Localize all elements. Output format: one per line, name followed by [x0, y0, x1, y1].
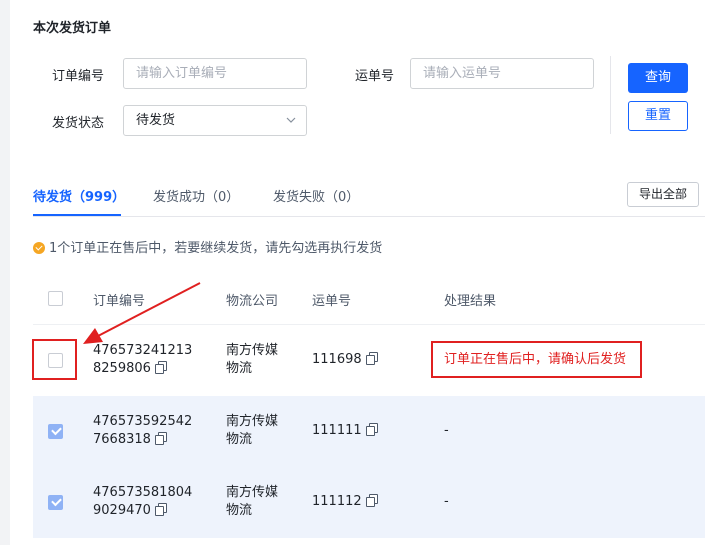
tab-pending[interactable]: 待发货（999）	[33, 186, 125, 205]
waybill-number: 111112	[312, 493, 378, 511]
company-line1: 南方传媒	[226, 485, 279, 500]
chevron-down-icon	[286, 117, 296, 123]
company-line2: 物流	[226, 503, 253, 518]
row-checkbox[interactable]	[48, 495, 63, 510]
waybill-input[interactable]: 请输入运单号	[410, 58, 594, 89]
order-number-line2: 8259806	[93, 361, 151, 376]
copy-icon[interactable]	[154, 361, 167, 374]
order-number-line2: 9029470	[93, 503, 151, 518]
waybill-number: 111111	[312, 422, 378, 440]
status-select-value: 待发货	[136, 113, 176, 128]
warning-check-icon	[33, 242, 45, 254]
table-row: 476573592542 7668318 南方传媒 物流 111111 -	[33, 396, 705, 467]
table-row: 476573581804 9029470 南方传媒 物流 111112 -	[33, 467, 705, 538]
process-result: -	[444, 494, 449, 509]
company-line1: 南方传媒	[226, 414, 279, 429]
header-result: 处理结果	[444, 294, 497, 309]
order-no-input[interactable]: 请输入订单编号	[123, 58, 307, 89]
order-number-line1: 476573241213	[93, 343, 193, 358]
process-result: -	[444, 423, 449, 438]
row-checkbox[interactable]	[48, 424, 63, 439]
copy-icon[interactable]	[365, 494, 378, 507]
company-line2: 物流	[226, 432, 253, 447]
order-number: 476573581804 9029470	[93, 484, 192, 520]
order-number-line1: 476573581804	[93, 485, 193, 500]
order-number: 476573241213 8259806	[93, 342, 192, 378]
annotation-box-result	[431, 341, 642, 378]
waybill-label: 运单号	[355, 69, 395, 84]
order-number-line1: 476573592542	[93, 414, 193, 429]
company-line2: 物流	[226, 361, 253, 376]
header-company: 物流公司	[226, 294, 279, 309]
query-button[interactable]: 查询	[628, 63, 688, 93]
select-all-checkbox[interactable]	[48, 291, 63, 306]
company-line1: 南方传媒	[226, 343, 279, 358]
waybill-value: 111112	[312, 494, 362, 509]
tabs-divider	[33, 216, 705, 217]
tab-success[interactable]: 发货成功（0）	[153, 186, 239, 205]
order-number: 476573592542 7668318	[93, 413, 192, 449]
left-edge	[0, 0, 10, 545]
form-divider	[610, 56, 611, 134]
header-waybill: 运单号	[312, 294, 352, 309]
header-order-no: 订单编号	[93, 294, 146, 309]
waybill-value: 111111	[312, 423, 362, 438]
order-number-line2: 7668318	[93, 432, 151, 447]
section-title: 本次发货订单	[33, 21, 112, 36]
logistics-company: 南方传媒 物流	[226, 484, 278, 520]
copy-icon[interactable]	[365, 423, 378, 436]
copy-icon[interactable]	[365, 352, 378, 365]
aftersale-notice: 1个订单正在售后中，若要继续发货，请先勾选再执行发货	[33, 237, 382, 256]
waybill-value: 111698	[312, 352, 362, 367]
copy-icon[interactable]	[154, 432, 167, 445]
waybill-number: 111698	[312, 351, 378, 369]
logistics-company: 南方传媒 物流	[226, 342, 278, 378]
notice-text: 1个订单正在售后中，若要继续发货，请先勾选再执行发货	[49, 241, 383, 256]
copy-icon[interactable]	[154, 503, 167, 516]
reset-button[interactable]: 重置	[628, 101, 688, 131]
logistics-company: 南方传媒 物流	[226, 413, 278, 449]
export-all-button[interactable]: 导出全部	[627, 182, 699, 207]
annotation-box-checkbox	[32, 339, 77, 380]
status-select[interactable]: 待发货	[123, 105, 307, 136]
status-label: 发货状态	[52, 116, 105, 131]
order-no-label: 订单编号	[52, 69, 105, 84]
tab-failed[interactable]: 发货失败（0）	[273, 186, 359, 205]
